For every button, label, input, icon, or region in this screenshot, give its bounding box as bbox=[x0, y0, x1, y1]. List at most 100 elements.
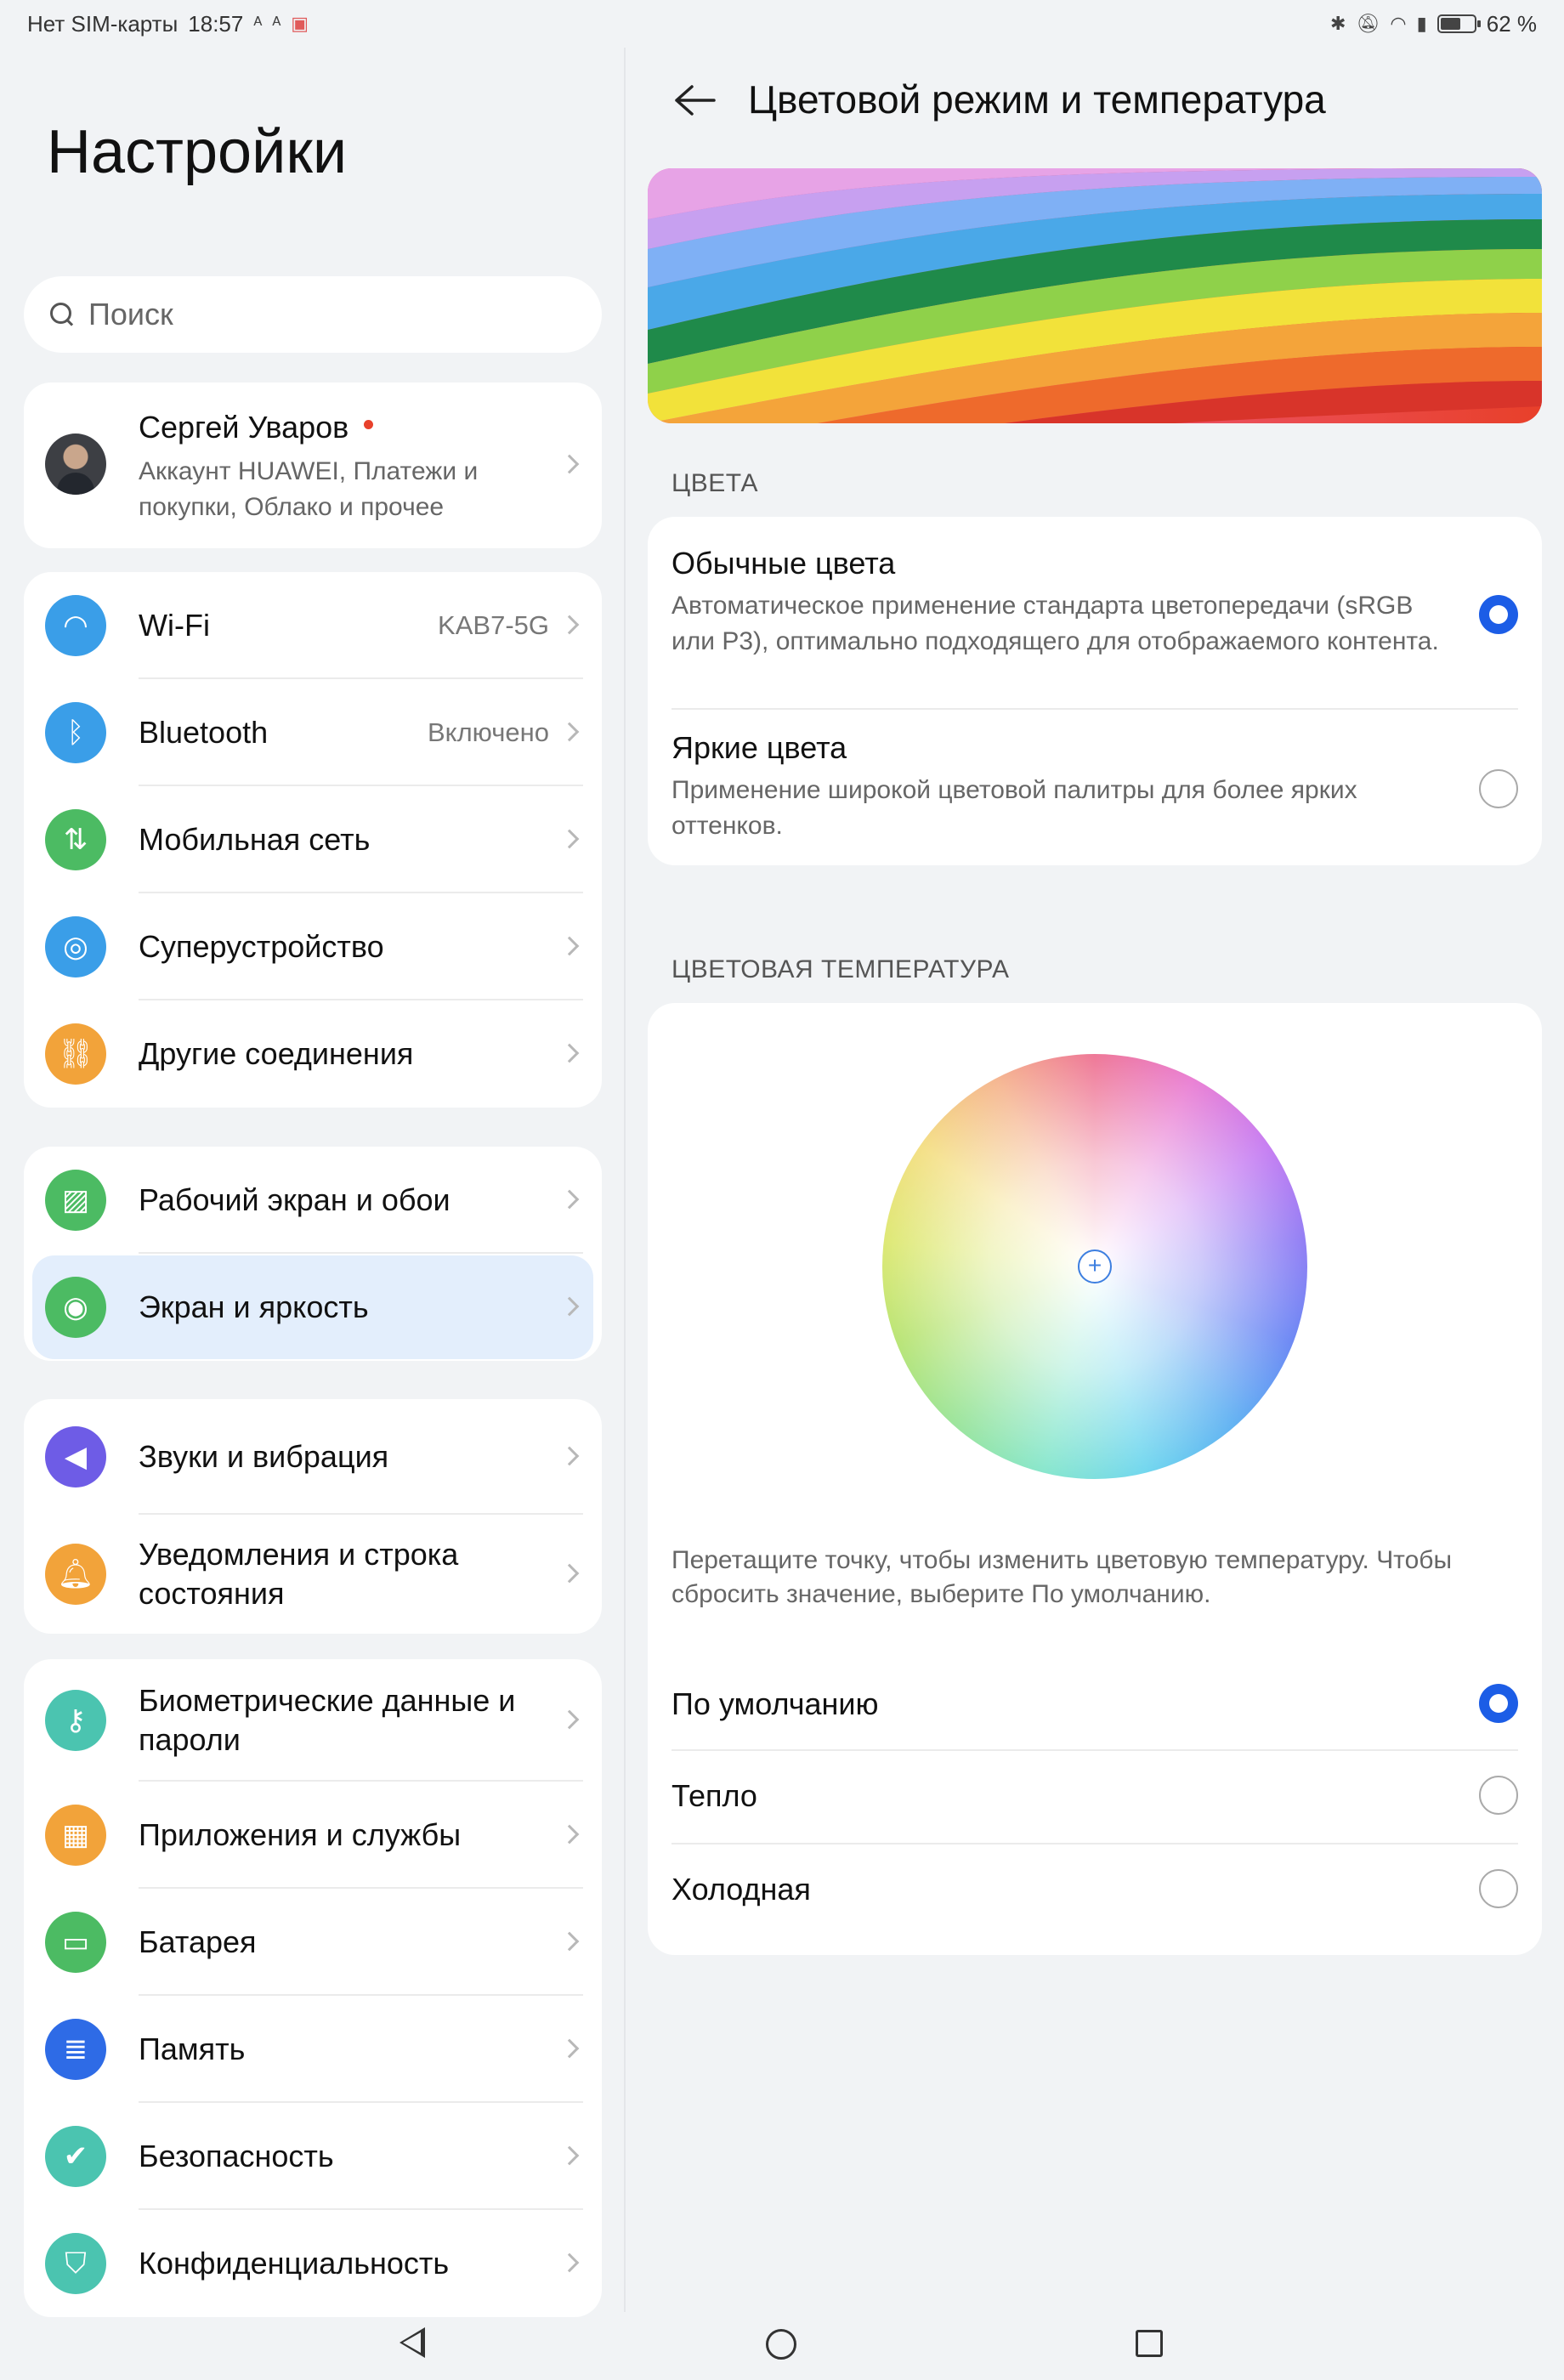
navigation-bar bbox=[0, 2312, 1564, 2380]
settings-row[interactable]: ▭ Батарея bbox=[24, 1889, 602, 1996]
color-option-vivid[interactable]: Яркие цвета Применение широкой цветовой … bbox=[648, 710, 1542, 865]
bell-icon: 🔔︎ bbox=[45, 1544, 106, 1605]
settings-group: ⚷ Биометрические данные и пароли ▦ Приложен… bbox=[24, 1659, 602, 2317]
settings-row-label: Мобильная сеть bbox=[139, 822, 371, 857]
temperature-option-label: По умолчанию bbox=[672, 1686, 879, 1721]
radio-button[interactable] bbox=[1479, 1776, 1518, 1815]
bluetooth-icon: ᛒ bbox=[45, 702, 106, 763]
settings-group: ◀ Звуки и вибрация 🔔︎ Уведомления и строка … bbox=[24, 1399, 602, 1634]
notification-a2-icon: ᴬ bbox=[272, 13, 281, 34]
nav-back-icon[interactable] bbox=[400, 2327, 425, 2358]
temperature-option-default[interactable]: По умолчанию bbox=[648, 1658, 1542, 1749]
color-option-description: Автоматическое применение стандарта цвет… bbox=[672, 592, 1439, 655]
settings-row[interactable]: ◉ Экран и яркость bbox=[24, 1254, 602, 1361]
settings-row[interactable]: ◀ Звуки и вибрация bbox=[24, 1399, 602, 1515]
settings-row-label: Суперустройство bbox=[139, 929, 384, 964]
settings-row[interactable]: ✔ Безопасность bbox=[24, 2103, 602, 2210]
privacy-icon: ⛉ bbox=[45, 2233, 106, 2294]
radio-button[interactable] bbox=[1479, 769, 1518, 808]
search-bar[interactable] bbox=[24, 276, 602, 353]
color-temperature-wheel[interactable]: + bbox=[882, 1054, 1307, 1479]
color-option-description: Применение широкой цветовой палитры для … bbox=[672, 776, 1357, 840]
apps-icon: ▦ bbox=[45, 1805, 106, 1866]
radio-button[interactable] bbox=[1479, 1684, 1518, 1723]
colors-section-header: ЦВЕТА bbox=[672, 469, 759, 497]
mute-status-icon: 🔕︎ bbox=[1356, 13, 1380, 34]
settings-row-value: Включено bbox=[428, 717, 549, 747]
chevron-right-icon bbox=[559, 936, 580, 956]
account-card[interactable]: Сергей Уваров Аккаунт HUAWEI, Платежи и … bbox=[24, 382, 602, 548]
clock: 18:57 bbox=[188, 10, 244, 37]
bluetooth-status-icon: ✱ bbox=[1330, 13, 1346, 34]
chevron-right-icon bbox=[559, 1043, 580, 1063]
notification-dot bbox=[364, 419, 374, 429]
temperature-help-text: Перетащите точку, чтобы изменить цветову… bbox=[672, 1546, 1453, 1608]
settings-row[interactable]: ᛒ Bluetooth Включено bbox=[24, 679, 602, 786]
chevron-right-icon bbox=[559, 1189, 580, 1210]
color-option-normal[interactable]: Обычные цвета Автоматическое применение … bbox=[648, 517, 1542, 708]
settings-group: ◠ Wi-Fi KAB7-5G ᛒ Bluetooth Включено ⇅ Мобильна… bbox=[24, 572, 602, 1108]
settings-row-label: Другие соединения bbox=[139, 1036, 414, 1071]
settings-row-label: Биометрические данные и пароли bbox=[139, 1683, 516, 1757]
super-device-icon: ◎ bbox=[45, 916, 106, 978]
pane-divider bbox=[624, 48, 626, 2312]
settings-row-label: Bluetooth bbox=[139, 715, 269, 750]
chevron-right-icon bbox=[559, 2145, 580, 2166]
settings-row-label: Звуки и вибрация bbox=[139, 1439, 389, 1474]
settings-row[interactable]: 🔔︎ Уведомления и строка состояния bbox=[24, 1515, 602, 1634]
settings-row-label: Батарея bbox=[139, 1924, 257, 1959]
temperature-option-label: Холодная bbox=[672, 1872, 811, 1907]
settings-row-label: Wi-Fi bbox=[139, 608, 210, 643]
settings-row[interactable]: ▦ Приложения и службы bbox=[24, 1782, 602, 1889]
search-input[interactable] bbox=[88, 297, 564, 332]
color-mode-banner-image bbox=[648, 168, 1542, 423]
settings-row-label: Конфиденциальность bbox=[139, 2246, 450, 2281]
wheel-drag-handle[interactable]: + bbox=[1078, 1250, 1112, 1284]
wallpaper-icon: ▨ bbox=[45, 1170, 106, 1231]
notification-a-icon: ᴬ bbox=[253, 13, 263, 34]
account-subtitle: Аккаунт HUAWEI, Платежи и покупки, Облак… bbox=[139, 457, 479, 521]
temperature-section-header: ЦВЕТОВАЯ ТЕМПЕРАТУРА bbox=[672, 955, 1010, 983]
settings-row[interactable]: ◠ Wi-Fi KAB7-5G bbox=[24, 572, 602, 679]
nav-recents-icon[interactable] bbox=[1136, 2330, 1163, 2357]
chevron-right-icon bbox=[559, 1446, 580, 1466]
temperature-option-cold[interactable]: Холодная bbox=[648, 1844, 1542, 1936]
account-name: Сергей Уваров bbox=[139, 410, 374, 445]
settings-row[interactable]: ▨ Рабочий экран и обои bbox=[24, 1147, 602, 1254]
status-bar: Нет SIM-карты 18:57 ᴬ ᴬ ▣ ✱ 🔕︎ ◠ ▮ 62 % bbox=[0, 0, 1564, 48]
temperature-card: + Перетащите точку, чтобы изменить цвето… bbox=[648, 1003, 1542, 1955]
battery-status-icon bbox=[1436, 14, 1481, 33]
sound-icon: ◀ bbox=[45, 1426, 106, 1488]
chevron-right-icon bbox=[559, 1824, 580, 1844]
chevron-right-icon bbox=[559, 1931, 580, 1952]
storage-icon: ≣ bbox=[45, 2019, 106, 2080]
chevron-right-icon bbox=[559, 1296, 580, 1317]
color-option-title: Яркие цвета bbox=[672, 730, 847, 765]
key-icon: ⚷ bbox=[45, 1690, 106, 1751]
chevron-right-icon bbox=[559, 2252, 580, 2273]
chevron-right-icon bbox=[559, 1563, 580, 1584]
settings-row[interactable]: ◎ Суперустройство bbox=[24, 893, 602, 1000]
chevron-right-icon bbox=[559, 1709, 580, 1730]
nav-home-icon[interactable] bbox=[766, 2329, 796, 2360]
settings-row[interactable]: ≣ Память bbox=[24, 1996, 602, 2103]
chevron-right-icon bbox=[559, 829, 580, 849]
page-title: Настройки bbox=[47, 118, 348, 186]
temperature-option-warm[interactable]: Тепло bbox=[648, 1751, 1542, 1843]
settings-row[interactable]: ⛉ Конфиденциальность bbox=[24, 2210, 602, 2317]
settings-row[interactable]: ⛓ Другие соединения bbox=[24, 1000, 602, 1108]
link-icon: ⛓ bbox=[45, 1023, 106, 1085]
radio-button[interactable] bbox=[1479, 1869, 1518, 1908]
settings-row[interactable]: ⚷ Биометрические данные и пароли bbox=[24, 1659, 602, 1782]
color-options-card: Обычные цвета Автоматическое применение … bbox=[648, 517, 1542, 865]
detail-title: Цветовой режим и температура bbox=[748, 77, 1326, 122]
settings-row[interactable]: ⇅ Мобильная сеть bbox=[24, 786, 602, 893]
temperature-option-label: Тепло bbox=[672, 1778, 757, 1813]
back-arrow-icon[interactable] bbox=[673, 83, 716, 117]
wifi-status-icon: ◠ bbox=[1390, 13, 1407, 34]
mobile-network-icon: ⇅ bbox=[45, 809, 106, 870]
settings-row-label: Рабочий экран и обои bbox=[139, 1182, 450, 1217]
radio-button[interactable] bbox=[1479, 595, 1518, 634]
settings-row-label: Приложения и службы bbox=[139, 1817, 462, 1852]
search-icon bbox=[48, 300, 76, 329]
